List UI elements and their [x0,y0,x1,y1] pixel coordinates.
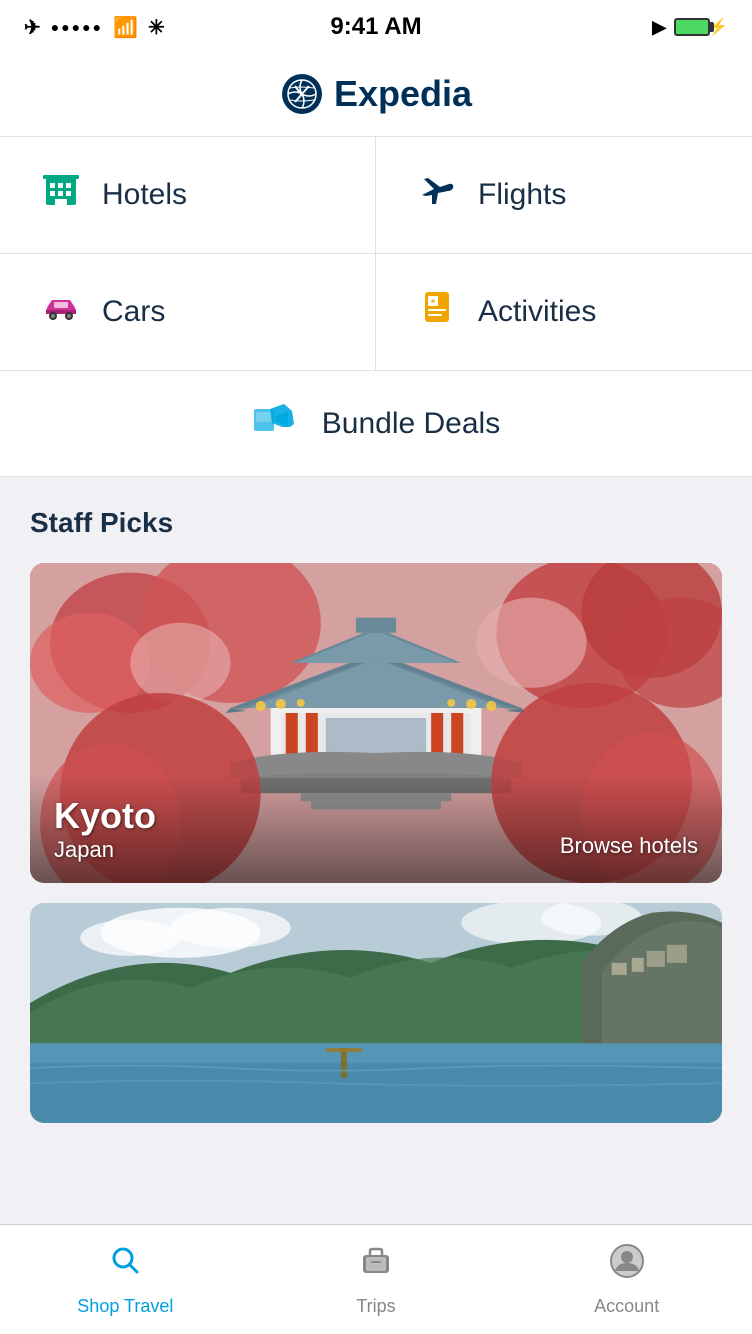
flights-icon [416,169,458,221]
battery-icon [674,18,710,36]
kyoto-city: Kyoto [54,795,698,837]
trips-label: Trips [356,1296,395,1317]
tab-bar: Shop Travel Trips Account [0,1224,752,1334]
bundle-icon [252,399,306,448]
shop-travel-icon [107,1243,143,1288]
tab-account[interactable]: Account [501,1233,752,1327]
account-label: Account [594,1296,659,1317]
shop-travel-label: Shop Travel [77,1296,173,1317]
bundle-deals-button[interactable]: Bundle Deals [0,371,752,477]
wifi-icon: 📶 [113,15,138,40]
kyoto-card[interactable]: Kyoto Japan Browse hotels [30,563,722,883]
staff-picks-section: Staff Picks [0,477,752,1163]
signal-dots: ●●●●● [51,19,103,35]
coastal-card[interactable] [30,903,722,1123]
kyoto-action: Browse hotels [560,833,698,859]
category-grid: Hotels Flights Cars [0,137,752,371]
flights-button[interactable]: Flights [376,137,752,254]
trips-icon [358,1243,394,1288]
coastal-image [30,903,722,1123]
tab-shop-travel[interactable]: Shop Travel [0,1233,251,1327]
hotels-icon [40,169,82,221]
status-bar: ✈ ●●●●● 📶 ✳ 9:41 AM ▶ ⚡ [0,0,752,54]
cars-icon [40,286,82,338]
tab-trips[interactable]: Trips [251,1233,502,1327]
kyoto-image: Kyoto Japan Browse hotels [30,563,722,883]
status-time: 9:41 AM [330,13,421,41]
location-icon: ▶ [652,17,666,38]
cars-label: Cars [102,295,165,329]
cars-button[interactable]: Cars [0,254,376,370]
flights-label: Flights [478,178,566,212]
activities-button[interactable]: Activities [376,254,752,370]
app-header: Expedia [0,54,752,137]
status-left: ✈ ●●●●● 📶 ✳ [24,15,165,40]
expedia-logo-text: Expedia [334,73,472,115]
logo-container: Expedia [280,72,472,116]
account-icon [609,1243,645,1288]
loading-icon: ✳ [148,15,165,40]
airplane-icon: ✈ [24,15,41,40]
status-right: ▶ ⚡ [652,17,728,38]
kyoto-card-content: Kyoto Japan Browse hotels [30,775,722,883]
activities-icon [416,286,458,338]
hotels-label: Hotels [102,178,187,212]
expedia-logo-icon [280,72,324,116]
staff-picks-title: Staff Picks [30,507,722,539]
activities-label: Activities [478,295,596,329]
hotels-button[interactable]: Hotels [0,137,376,254]
bundle-label: Bundle Deals [322,407,500,441]
